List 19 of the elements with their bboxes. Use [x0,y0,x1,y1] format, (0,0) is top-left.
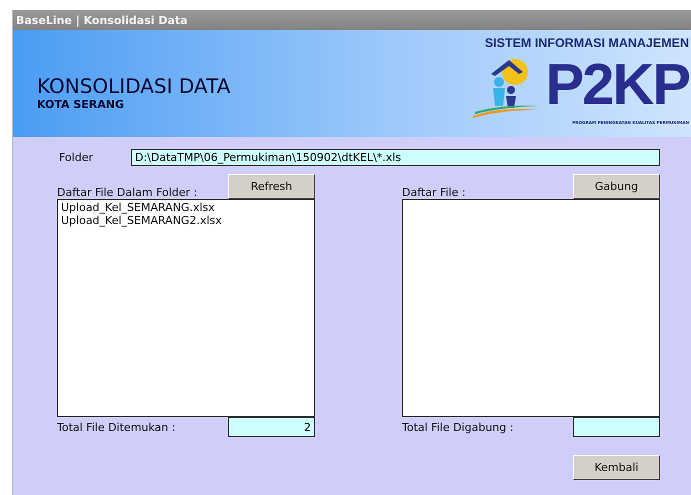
total-field[interactable]: 2 [228,417,315,437]
list-label: Daftar File Dalam Folder : [57,186,198,199]
page-subtitle: KOTA SERANG [37,98,126,111]
file-list[interactable]: Upload_Kel_SEMARANG.xlsx Upload_Kel_SEMARANG2.xlsx [57,199,315,417]
logo-text: P2KP [545,56,689,114]
file-item[interactable]: Upload_Kel_SEMARANG2.xlsx [61,214,311,227]
list-label: Daftar File : [402,186,466,199]
refresh-button[interactable]: Refresh [228,174,315,199]
back-button[interactable]: Kembali [573,455,660,480]
window-title: BaseLine | Konsolidasi Data [13,10,691,30]
total-label: Total File Ditemukan : [57,420,176,434]
total-field[interactable] [573,417,660,437]
folder-field[interactable]: D:\DataTMP\06_Permukiman\150902\dtKEL\*.xls [131,149,660,166]
folder-label: Folder [58,151,94,164]
merge-button[interactable]: Gabung [573,174,660,199]
page-title: KONSOLIDASI DATA [37,74,230,98]
total-label: Total File Digabung : [402,420,514,434]
logo-tagline: SISTEM INFORMASI MANAJEMEN [484,36,689,50]
file-item[interactable]: Upload_Kel_SEMARANG.xlsx [61,201,311,214]
